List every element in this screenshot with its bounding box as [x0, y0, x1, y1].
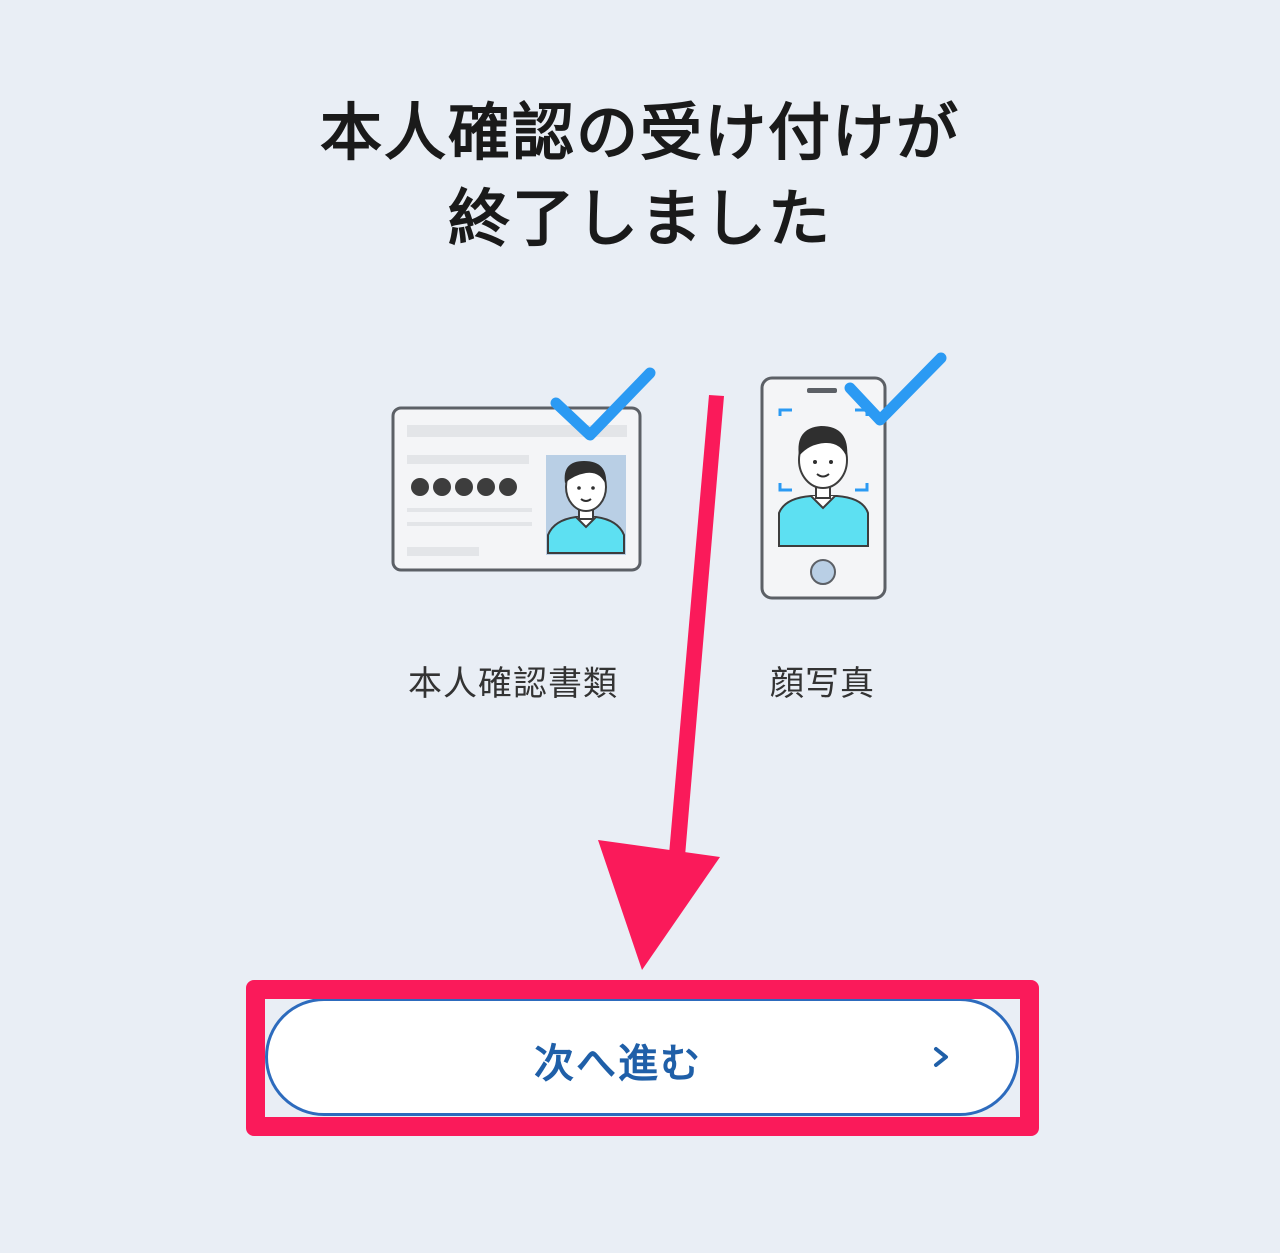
face-photo-phone-icon	[760, 352, 947, 600]
caption-id-document: 本人確認書類	[408, 664, 618, 704]
next-button-label: 次へ進む	[534, 1041, 702, 1087]
page-title-line-2: 終了しました	[447, 182, 832, 255]
next-button[interactable]: 次へ進む	[265, 998, 1019, 1116]
page-title-line-1: 本人確認の受け付けが	[319, 96, 960, 169]
id-card-icon	[391, 367, 656, 572]
caption-face-photo: 顔写真	[770, 664, 875, 704]
chevron-right-icon	[934, 1047, 948, 1067]
page-title: 本人確認の受け付けが 終了しました	[0, 90, 1280, 262]
